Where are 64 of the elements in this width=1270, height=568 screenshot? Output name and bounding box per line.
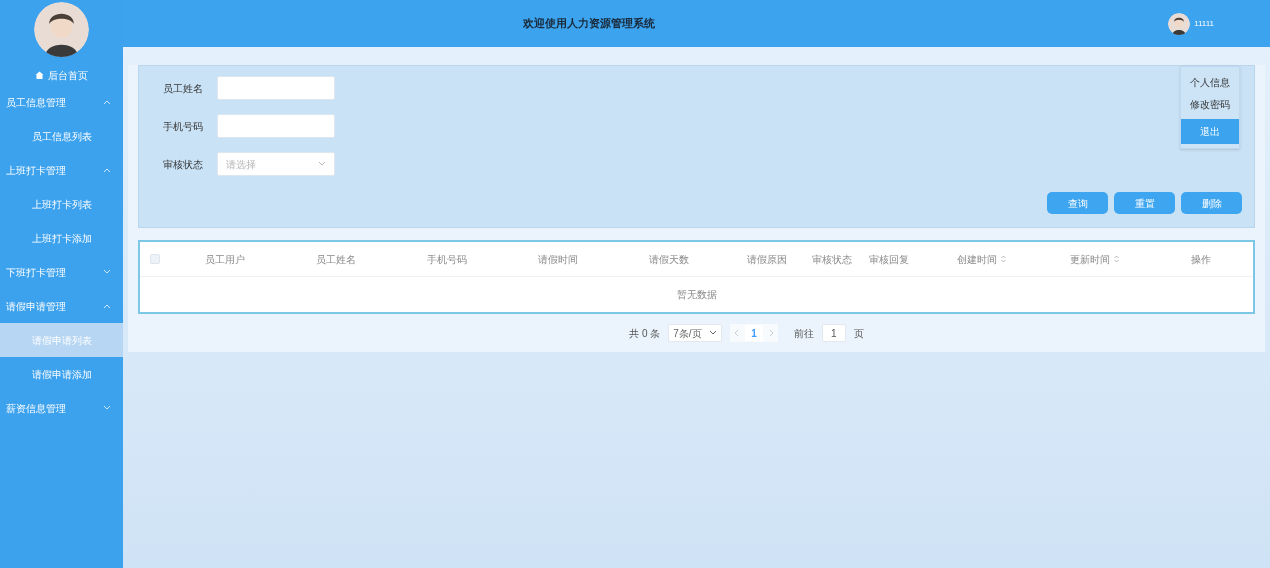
menu-group-label: 员工信息管理 xyxy=(6,95,66,110)
select-field[interactable]: 请选择 xyxy=(217,152,335,176)
page-size-select[interactable]: 7条/页 xyxy=(668,324,723,342)
column-header: 员工姓名 xyxy=(314,252,357,267)
menu-group[interactable]: 上班打卡管理 xyxy=(0,153,123,187)
column-header: 手机号码 xyxy=(425,252,468,267)
input-field[interactable] xyxy=(217,114,335,138)
column-header[interactable]: 更新时间 xyxy=(1039,251,1150,267)
menu-item[interactable]: 请假申请添加 xyxy=(0,357,123,391)
chevron-icon xyxy=(103,303,111,309)
chevron-icon xyxy=(103,405,111,411)
sort-icon xyxy=(1114,255,1119,263)
chevron-icon xyxy=(103,99,111,105)
user-menu-item[interactable]: 个人信息 xyxy=(1181,71,1239,93)
prev-page-icon[interactable] xyxy=(734,329,740,337)
goto-label: 前往 xyxy=(793,326,814,341)
column-header: 审核状态 xyxy=(810,252,853,267)
column-header: 请假原因 xyxy=(745,252,788,267)
next-page-icon[interactable] xyxy=(768,329,774,337)
input-field[interactable] xyxy=(217,76,335,100)
column-header: 请假时间 xyxy=(536,252,579,267)
user-avatar xyxy=(1168,12,1191,35)
goto-page-field[interactable]: 1 xyxy=(821,324,846,342)
action-button[interactable]: 查询 xyxy=(1047,192,1108,214)
column-header: 员工用户 xyxy=(204,252,246,267)
column-header: 审核回复 xyxy=(868,252,910,267)
home-label: 后台首页 xyxy=(48,68,88,83)
page-number[interactable]: 1 xyxy=(745,325,763,341)
menu-item[interactable]: 请假申请列表 xyxy=(0,323,123,357)
chevron-icon xyxy=(103,167,111,173)
action-button[interactable]: 删除 xyxy=(1181,192,1242,214)
field-label: 审核状态 xyxy=(163,157,203,172)
menu-item[interactable]: 上班打卡列表 xyxy=(0,187,123,221)
menu-item[interactable]: 上班打卡添加 xyxy=(0,221,123,255)
field-label: 员工姓名 xyxy=(163,81,203,96)
column-header[interactable]: 创建时间 xyxy=(924,251,1039,267)
chevron-icon xyxy=(709,330,718,336)
sort-icon xyxy=(1001,255,1006,263)
menu-group-label: 下班打卡管理 xyxy=(6,265,66,280)
column-header: 请假天数 xyxy=(647,252,690,267)
menu-group[interactable]: 员工信息管理 xyxy=(0,85,123,119)
chevron-icon xyxy=(318,161,326,167)
column-header: 操作 xyxy=(1190,252,1212,267)
home-link[interactable]: 后台首页 xyxy=(0,65,123,85)
page-title: 欢迎使用人力资源管理系统 xyxy=(523,16,655,32)
avatar xyxy=(34,2,89,57)
goto-suffix: 页 xyxy=(853,326,864,341)
menu-group-label: 请假申请管理 xyxy=(6,299,66,314)
empty-text: 暂无数据 xyxy=(676,288,717,302)
select-all-checkbox[interactable] xyxy=(150,254,160,264)
field-label: 手机号码 xyxy=(163,119,203,134)
menu-group[interactable]: 薪资信息管理 xyxy=(0,391,123,425)
menu-group-label: 上班打卡管理 xyxy=(6,163,66,178)
menu-group[interactable]: 下班打卡管理 xyxy=(0,255,123,289)
user-name[interactable]: 11111 xyxy=(1194,17,1214,30)
menu-item[interactable]: 员工信息列表 xyxy=(0,119,123,153)
chevron-icon xyxy=(103,269,111,275)
action-button[interactable]: 重置 xyxy=(1114,192,1175,214)
user-menu-item[interactable]: 退出 xyxy=(1181,119,1239,144)
home-icon xyxy=(35,71,44,79)
menu-group-label: 薪资信息管理 xyxy=(6,401,66,416)
total-count: 共 0 条 xyxy=(629,326,661,341)
menu-group[interactable]: 请假申请管理 xyxy=(0,289,123,323)
user-menu-item[interactable]: 修改密码 xyxy=(1181,93,1239,115)
